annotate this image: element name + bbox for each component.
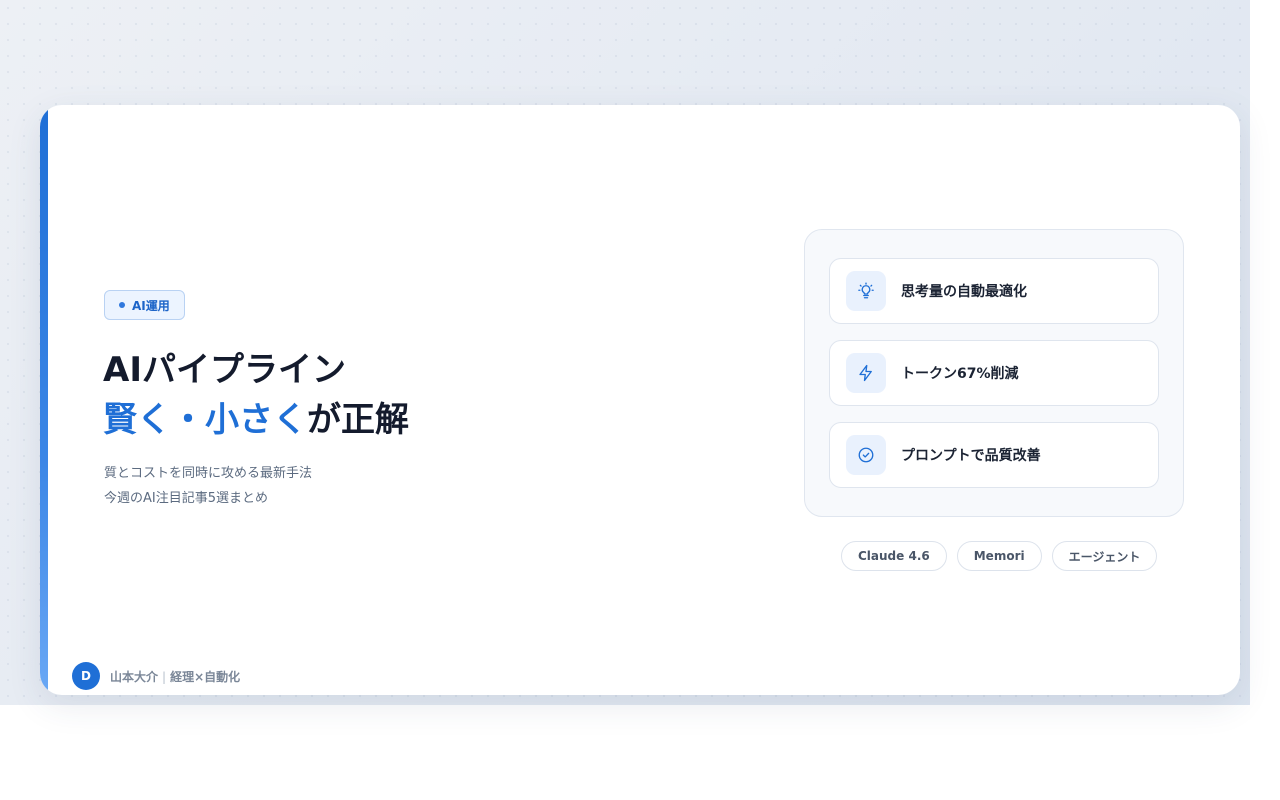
feature-item: プロンプトで品質改善 [829,422,1159,488]
author-footer: D 山本大介 | 経理×自動化 [72,662,240,690]
lightning-icon [846,353,886,393]
feature-panel: 思考量の自動最適化 トークン67%削減 プロンプトで品質改善 [804,229,1184,517]
lightbulb-icon [846,271,886,311]
author-name: 山本大介 [110,669,159,684]
tag-chip: Claude 4.6 [841,541,947,571]
slide-card: AI運用 AIパイプライン 賢く・小さくが正解 質とコストを同時に攻める最新手法… [40,105,1240,695]
subtitle-line-1: 質とコストを同時に攻める最新手法 [104,466,313,481]
feature-label: 思考量の自動最適化 [901,284,1027,300]
category-badge: AI運用 [104,290,185,320]
author-text: 山本大介 | 経理×自動化 [110,668,240,685]
accent-bar [40,105,48,695]
background-canvas: AI運用 AIパイプライン 賢く・小さくが正解 質とコストを同時に攻める最新手法… [0,0,1250,705]
badge-dot-icon [119,302,125,308]
feature-item: 思考量の自動最適化 [829,258,1159,324]
feature-label: トークン67%削減 [901,366,1019,382]
badge-label: AI運用 [132,298,170,313]
author-role: 経理×自動化 [170,669,241,684]
subtitle-line-2: 今週のAI注目記事5選まとめ [104,491,268,506]
feature-item: トークン67%削減 [829,340,1159,406]
title-highlight: 賢く・小さく [103,400,307,440]
title-line-2-rest: が正解 [307,400,409,440]
check-circle-icon [846,435,886,475]
subtitle: 質とコストを同時に攻める最新手法 今週のAI注目記事5選まとめ [104,461,312,511]
page-title: AIパイプライン 賢く・小さくが正解 [103,345,409,445]
title-line-1: AIパイプライン [103,350,346,390]
author-separator: | [162,669,167,684]
tag-chip: エージェント [1051,541,1158,571]
tag-chip: Memori [956,541,1042,571]
feature-label: プロンプトで品質改善 [901,448,1041,464]
tag-list: Claude 4.6 Memori エージェント [841,541,1158,571]
avatar: D [72,662,100,690]
